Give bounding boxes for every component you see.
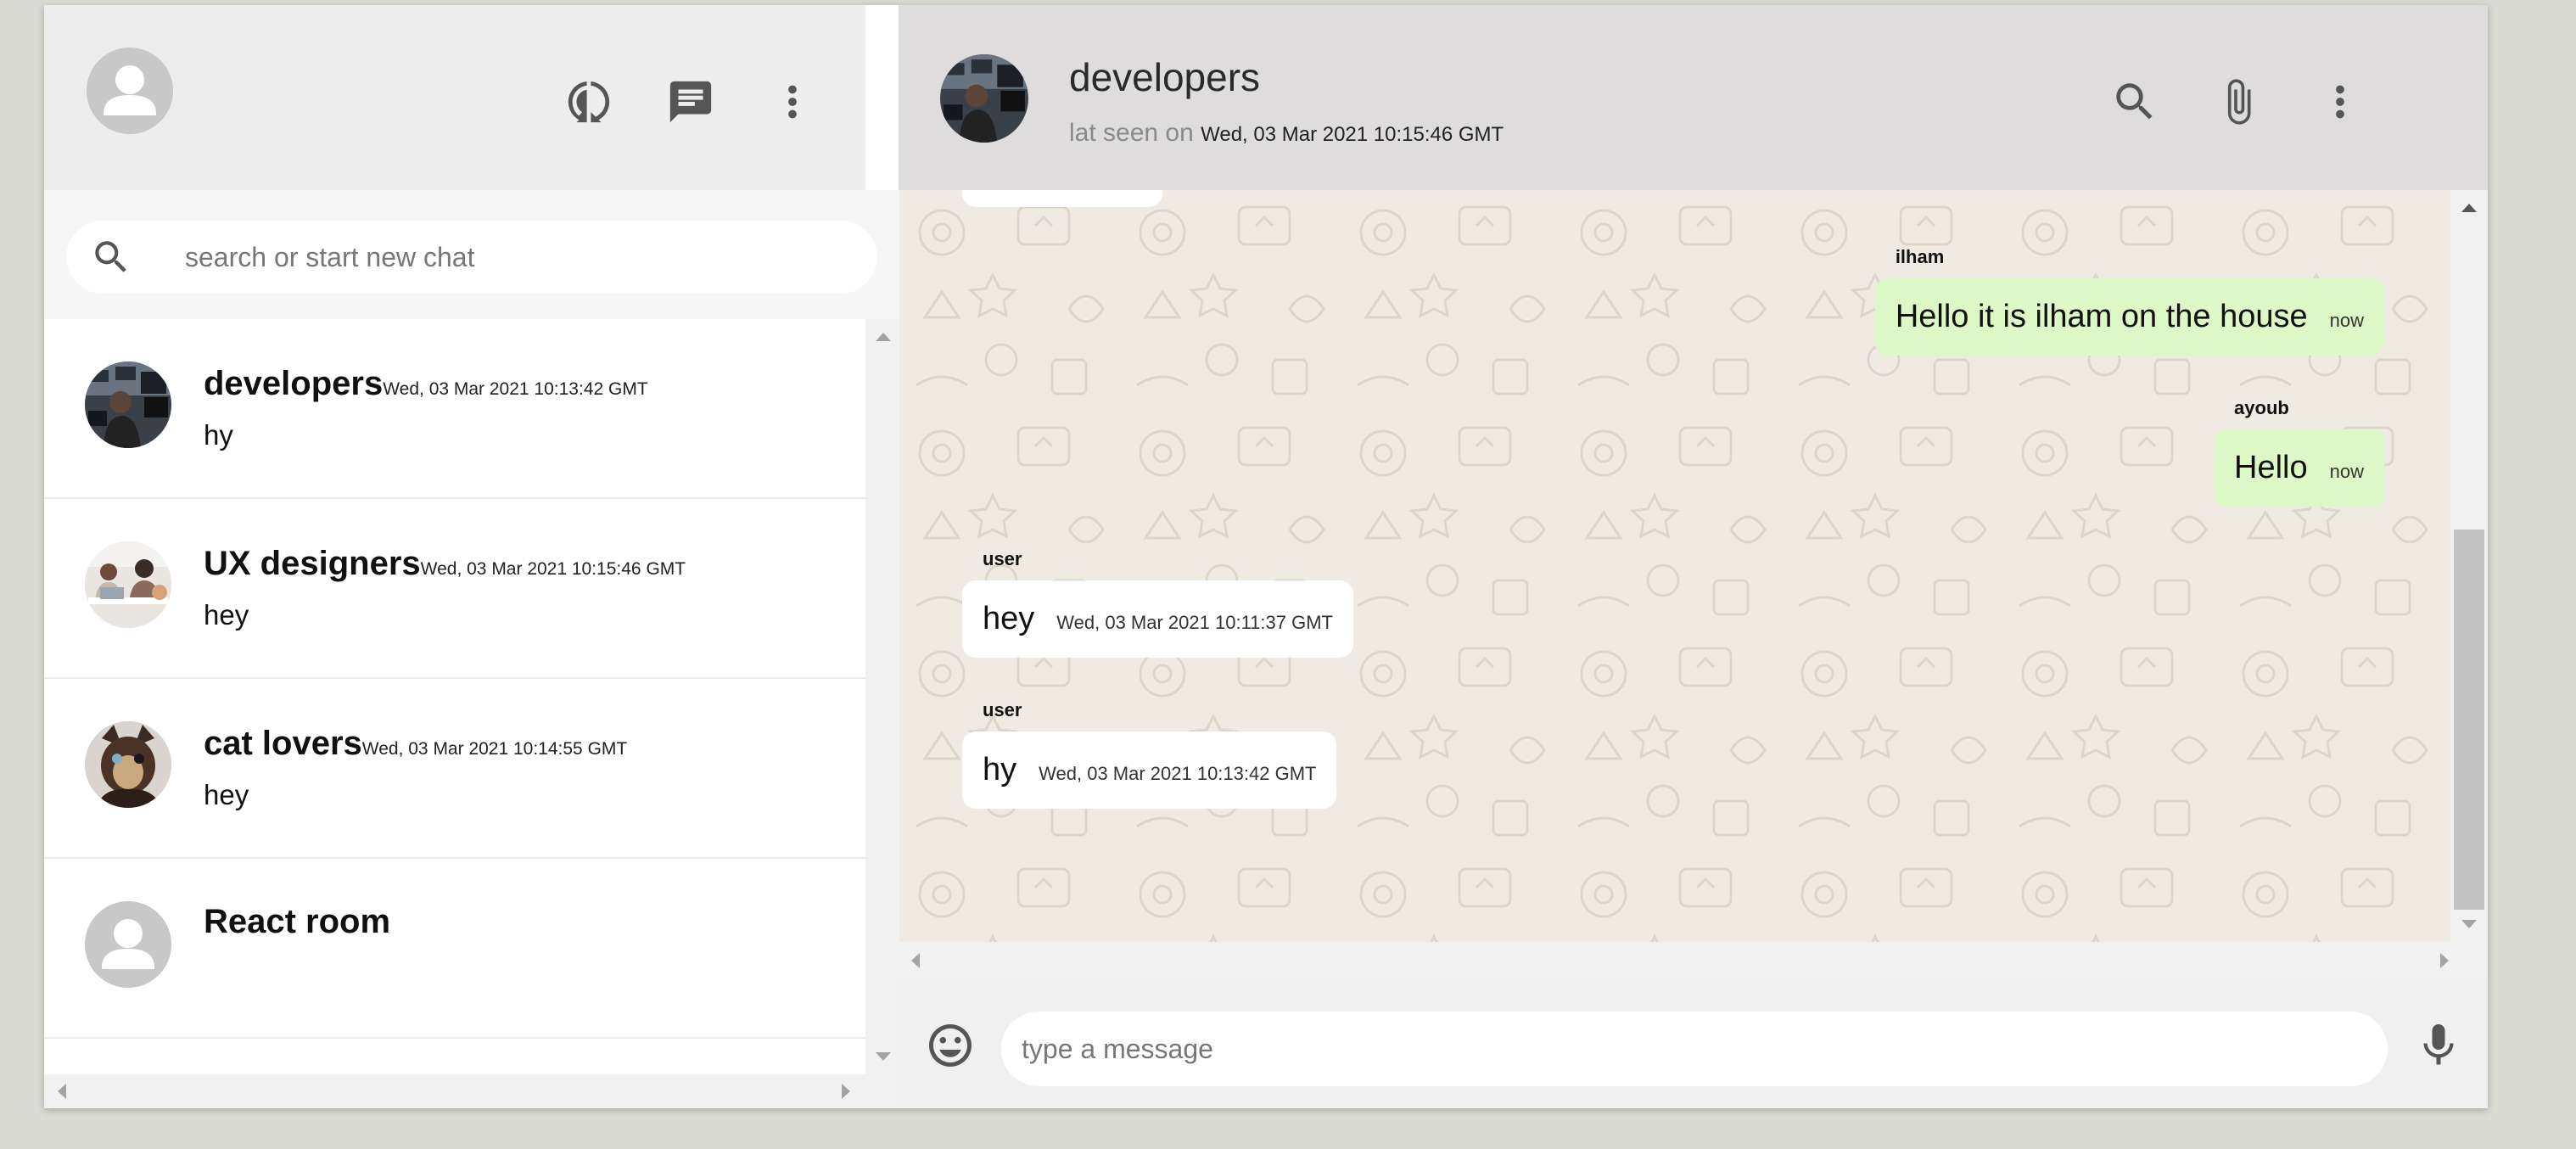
message-bubble[interactable]: hy Wed, 03 Mar 2021 10:13:42 GMT (962, 731, 1337, 809)
message-sender: user (983, 699, 1022, 720)
scroll-left-arrow-icon[interactable] (58, 1084, 66, 1099)
chat-name: React room (204, 903, 390, 941)
scroll-right-arrow-icon[interactable] (2440, 953, 2449, 968)
message-text: hy (983, 752, 1017, 787)
chat-name: developersWed, 03 Mar 2021 10:13:42 GMT (204, 365, 648, 403)
default-avatar-icon (85, 901, 171, 988)
search-input[interactable] (185, 221, 855, 294)
chat-avatar (85, 721, 171, 808)
mic-icon[interactable] (2413, 1020, 2464, 1071)
message-outgoing: ilham Hello it is ilham on the house now (1874, 246, 2384, 356)
chat-list-item[interactable]: React room (44, 859, 865, 1039)
message-bubble[interactable]: Hello now (2214, 429, 2384, 507)
chat-list-item[interactable]: developersWed, 03 Mar 2021 10:13:42 GMT … (44, 319, 865, 499)
message-incoming: user hy Wed, 03 Mar 2021 10:13:42 GMT (962, 699, 1337, 809)
room-avatar[interactable] (940, 54, 1028, 143)
message-text: hey (983, 601, 1035, 636)
chat-pane: developers lat seen on Wed, 03 Mar 2021 … (899, 5, 2488, 1108)
chat-header: developers lat seen on Wed, 03 Mar 2021 … (899, 5, 2488, 190)
message-text: Hello (2234, 450, 2308, 485)
chat-name: cat loversWed, 03 Mar 2021 10:14:55 GMT (204, 725, 627, 763)
app-window: developersWed, 03 Mar 2021 10:13:42 GMT … (44, 5, 2488, 1108)
scroll-left-arrow-icon[interactable] (911, 953, 920, 968)
scroll-up-arrow-icon[interactable] (2461, 204, 2477, 212)
chat-list-item[interactable]: UX designersWed, 03 Mar 2021 10:15:46 GM… (44, 499, 865, 679)
last-seen-status: lat seen on Wed, 03 Mar 2021 10:15:46 GM… (1069, 119, 1504, 148)
message-text: Hello it is ilham on the house (1895, 299, 2308, 334)
scroll-up-arrow-icon[interactable] (876, 333, 891, 341)
chat-timestamp: Wed, 03 Mar 2021 10:14:55 GMT (361, 739, 628, 759)
emoji-icon[interactable] (925, 1020, 976, 1071)
chat-last-message: hy (204, 419, 233, 451)
chat-list-item[interactable]: cat loversWed, 03 Mar 2021 10:14:55 GMT … (44, 679, 865, 859)
search-icon (90, 236, 132, 278)
scrollbar-thumb[interactable] (2454, 530, 2484, 910)
chat-icon[interactable] (664, 75, 718, 129)
search-area (44, 190, 899, 319)
chat-last-message: hey (204, 599, 249, 631)
last-seen-label: lat seen on (1069, 119, 1194, 147)
chat-name-text: UX designers (204, 545, 421, 582)
chat-name-text: cat lovers (204, 725, 362, 762)
message-bubble[interactable]: hey Wed, 03 Mar 2021 10:11:37 GMT (962, 580, 1353, 658)
message-outgoing: ayoub Hello now (2214, 397, 2384, 507)
more-vert-icon[interactable] (2313, 75, 2367, 129)
chat-name-text: developers (204, 365, 384, 402)
last-seen-time: Wed, 03 Mar 2021 10:15:46 GMT (1201, 123, 1504, 146)
message-bubble-partial (962, 190, 1162, 207)
chat-name-text: React room (204, 903, 391, 940)
message-bubble[interactable]: Hello it is ilham on the house now (1874, 278, 2384, 356)
chat-timestamp: Wed, 03 Mar 2021 10:15:46 GMT (420, 559, 686, 579)
room-title: developers (1069, 55, 1261, 99)
chat-avatar (85, 362, 171, 448)
search-box (66, 221, 877, 294)
messages-horizontal-scrollbar[interactable] (899, 942, 2488, 979)
message-sender: ayoub (2234, 397, 2289, 418)
message-sender: user (983, 548, 1022, 569)
attach-icon[interactable] (2211, 75, 2265, 129)
scroll-down-arrow-icon[interactable] (876, 1052, 891, 1061)
message-incoming: user hey Wed, 03 Mar 2021 10:11:37 GMT (962, 548, 1353, 658)
sidebar-header (44, 5, 865, 190)
message-time: Wed, 03 Mar 2021 10:13:42 GMT (1039, 763, 1317, 784)
message-input[interactable] (1001, 1012, 2388, 1086)
message-time: Wed, 03 Mar 2021 10:11:37 GMT (1056, 612, 1333, 633)
chat-last-message: hey (204, 779, 249, 810)
chat-list: developersWed, 03 Mar 2021 10:13:42 GMT … (44, 319, 865, 1074)
scroll-down-arrow-icon[interactable] (2461, 920, 2477, 928)
message-time: now (2329, 310, 2364, 331)
search-icon[interactable] (2108, 75, 2162, 129)
chat-timestamp: Wed, 03 Mar 2021 10:13:42 GMT (383, 379, 648, 399)
message-time: now (2329, 461, 2364, 482)
scroll-right-arrow-icon[interactable] (842, 1084, 850, 1099)
sidebar-horizontal-scrollbar[interactable] (44, 1074, 899, 1108)
user-avatar[interactable] (87, 48, 173, 134)
sidebar-vertical-scrollbar[interactable] (865, 319, 899, 1074)
message-area[interactable]: ilham Hello it is ilham on the house now… (899, 190, 2450, 942)
chat-avatar (85, 541, 171, 628)
status-icon[interactable] (562, 75, 616, 129)
chat-name: UX designersWed, 03 Mar 2021 10:15:46 GM… (204, 545, 686, 583)
more-vert-icon[interactable] (765, 75, 820, 129)
messages-vertical-scrollbar[interactable] (2450, 190, 2488, 942)
message-sender: ilham (1895, 246, 1945, 267)
sidebar: developersWed, 03 Mar 2021 10:13:42 GMT … (44, 5, 899, 1108)
composer (899, 979, 2488, 1108)
